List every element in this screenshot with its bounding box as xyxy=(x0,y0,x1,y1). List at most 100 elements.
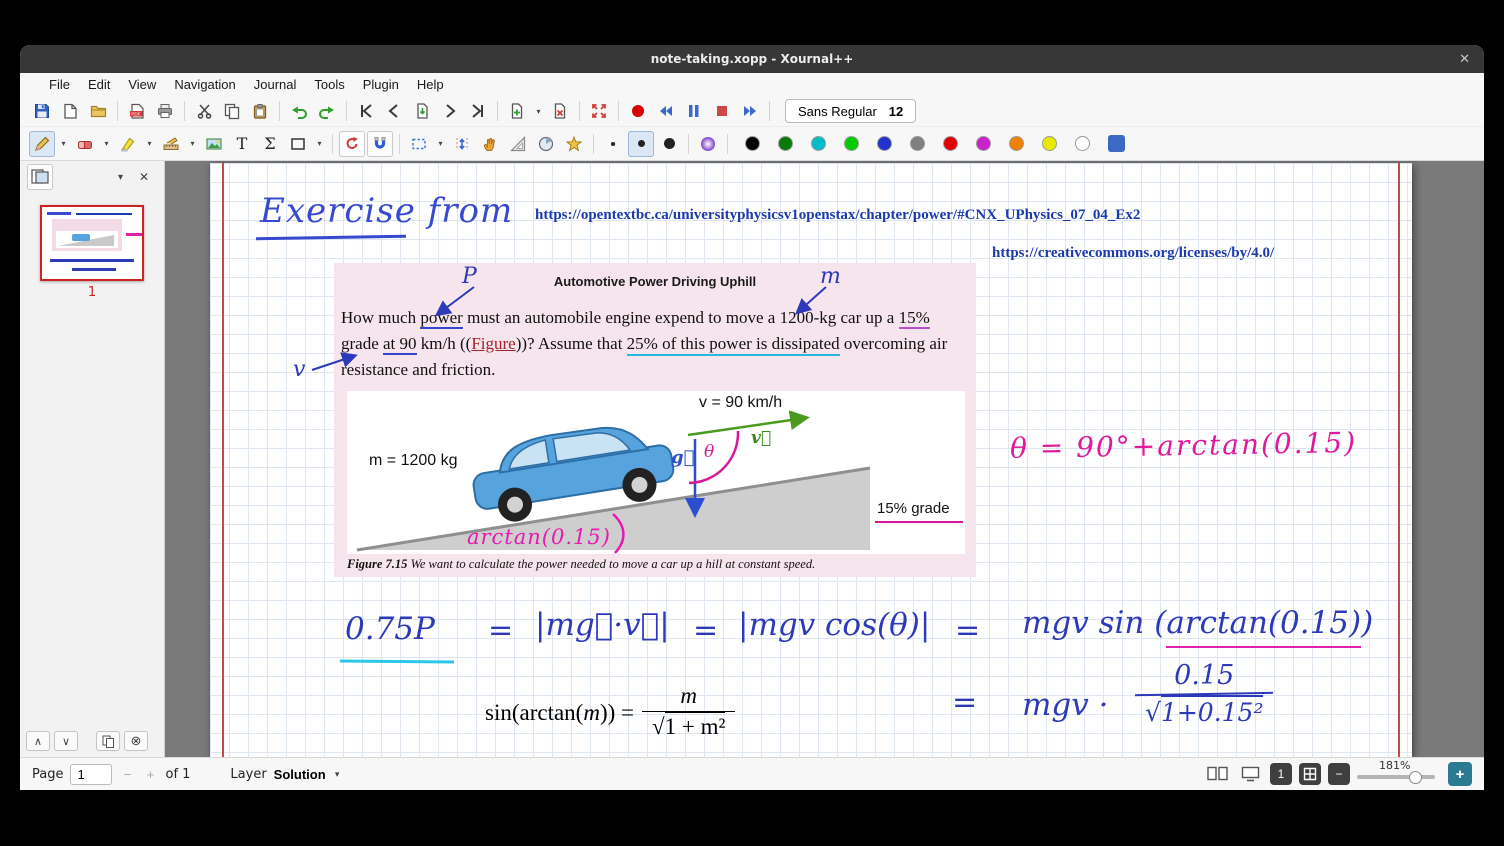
paste-button[interactable] xyxy=(247,98,273,124)
last-page-button[interactable] xyxy=(465,98,491,124)
figure-link[interactable]: Figure xyxy=(471,334,515,353)
compass-button[interactable] xyxy=(533,131,559,157)
zoom-out-button[interactable]: − xyxy=(1328,763,1350,785)
copy-button[interactable] xyxy=(219,98,245,124)
eraser-tool-button[interactable] xyxy=(72,131,98,157)
preview-pane-toggle[interactable] xyxy=(27,164,53,190)
print-button[interactable] xyxy=(152,98,178,124)
forward-button[interactable] xyxy=(737,98,763,124)
menu-view[interactable]: View xyxy=(119,75,165,94)
page-number-input[interactable] xyxy=(70,764,112,785)
color-chooser-button[interactable] xyxy=(1103,131,1129,157)
menu-file[interactable]: File xyxy=(40,75,79,94)
save-button[interactable] xyxy=(29,98,55,124)
color-gray[interactable] xyxy=(910,136,925,151)
zoom-slider-handle[interactable] xyxy=(1409,771,1422,784)
shape-dropdown[interactable]: ▾ xyxy=(313,131,326,157)
text-tool-button[interactable]: T xyxy=(229,131,255,157)
hand-tool-button[interactable] xyxy=(477,131,503,157)
vertical-space-button[interactable] xyxy=(449,131,475,157)
spline-tool-button[interactable] xyxy=(561,131,587,157)
undo-button[interactable] xyxy=(286,98,312,124)
pen-dropdown[interactable]: ▾ xyxy=(57,131,70,157)
export-pdf-button[interactable]: PDF xyxy=(124,98,150,124)
add-page-button[interactable] xyxy=(504,98,530,124)
color-green[interactable] xyxy=(778,136,793,151)
sidebar-close-button[interactable]: ✕ xyxy=(131,164,157,190)
goto-page-button[interactable] xyxy=(409,98,435,124)
math-tex-button[interactable]: Σ xyxy=(257,131,283,157)
new-document-button[interactable] xyxy=(57,98,83,124)
close-preview-button[interactable]: ⊗ xyxy=(124,731,148,751)
opacity-button[interactable] xyxy=(695,131,721,157)
color-cyan[interactable] xyxy=(811,136,826,151)
pause-button[interactable] xyxy=(681,98,707,124)
color-orange[interactable] xyxy=(1009,136,1024,151)
zoom-in-button[interactable]: + xyxy=(1448,762,1472,786)
zoom-slider[interactable] xyxy=(1357,775,1435,779)
menu-plugin[interactable]: Plugin xyxy=(354,75,408,94)
app-window: note-taking.xopp - Xournal++ ✕ File Edit… xyxy=(20,45,1484,790)
cut-button[interactable] xyxy=(191,98,217,124)
highlighter-dropdown[interactable]: ▾ xyxy=(143,131,156,157)
sidebar-dropdown-button[interactable]: ▾ xyxy=(114,164,127,190)
color-light-green[interactable] xyxy=(844,136,859,151)
layer-dropdown[interactable]: Solution▾ xyxy=(274,767,344,782)
record-audio-button[interactable] xyxy=(625,98,651,124)
journal-page[interactable]: Exercise from https://opentextbc.ca/univ… xyxy=(210,163,1412,757)
previous-page-button[interactable] xyxy=(381,98,407,124)
color-white[interactable] xyxy=(1075,136,1090,151)
page-decrement-button[interactable]: − xyxy=(119,767,135,782)
color-red[interactable] xyxy=(943,136,958,151)
delete-page-button[interactable] xyxy=(547,98,573,124)
color-yellow[interactable] xyxy=(1042,136,1057,151)
first-page-button[interactable] xyxy=(353,98,379,124)
stop-button[interactable] xyxy=(709,98,735,124)
fullscreen-button[interactable] xyxy=(586,98,612,124)
page-label: Page xyxy=(32,767,63,782)
next-page-button[interactable] xyxy=(437,98,463,124)
zoom-fit-button[interactable] xyxy=(1299,763,1321,785)
shape-tool-button[interactable] xyxy=(285,131,311,157)
page-increment-button[interactable]: + xyxy=(142,767,158,782)
dual-page-view-button[interactable] xyxy=(1204,762,1230,786)
thickness-fine-button[interactable] xyxy=(600,131,626,157)
ruler-tool-button[interactable] xyxy=(158,131,184,157)
presentation-mode-button[interactable] xyxy=(1237,762,1263,786)
shape-recognizer-button[interactable] xyxy=(339,131,365,157)
color-magenta[interactable] xyxy=(976,136,991,151)
color-blue[interactable] xyxy=(877,136,892,151)
select-dropdown[interactable]: ▾ xyxy=(434,131,447,157)
thickness-medium-button[interactable] xyxy=(628,131,654,157)
color-black[interactable] xyxy=(745,136,760,151)
select-rectangle-button[interactable] xyxy=(406,131,432,157)
page-thumbnail[interactable] xyxy=(40,205,144,281)
add-page-dropdown[interactable]: ▾ xyxy=(532,98,545,124)
rewind-button[interactable] xyxy=(653,98,679,124)
first-page-icon xyxy=(358,103,374,119)
insert-image-button[interactable] xyxy=(201,131,227,157)
snap-magnet-button[interactable] xyxy=(367,131,393,157)
menu-edit[interactable]: Edit xyxy=(79,75,119,94)
thickness-thick-button[interactable] xyxy=(656,131,682,157)
menu-tools[interactable]: Tools xyxy=(305,75,353,94)
menu-journal[interactable]: Journal xyxy=(245,75,306,94)
pen-tool-button[interactable] xyxy=(29,131,55,157)
eraser-dropdown[interactable]: ▾ xyxy=(100,131,113,157)
menu-navigation[interactable]: Navigation xyxy=(165,75,244,94)
font-selector[interactable]: Sans Regular 12 xyxy=(785,99,916,123)
window-close-button[interactable]: ✕ xyxy=(1459,51,1470,67)
copy-page-button[interactable] xyxy=(96,731,120,751)
page-down-button[interactable]: ∨ xyxy=(54,731,78,751)
ruler-dropdown[interactable]: ▾ xyxy=(186,131,199,157)
page-up-button[interactable]: ∧ xyxy=(26,731,50,751)
source-link[interactable]: https://opentextbc.ca/universityphysicsv… xyxy=(535,207,1140,224)
highlighter-tool-button[interactable] xyxy=(115,131,141,157)
setsquare-button[interactable] xyxy=(505,131,531,157)
redo-button[interactable] xyxy=(314,98,340,124)
license-link[interactable]: https://creativecommons.org/licenses/by/… xyxy=(992,245,1274,262)
open-button[interactable] xyxy=(85,98,111,124)
menu-help[interactable]: Help xyxy=(408,75,453,94)
zoom-100-button[interactable]: 1 xyxy=(1270,763,1292,785)
shape-recognizer-icon xyxy=(344,136,360,152)
